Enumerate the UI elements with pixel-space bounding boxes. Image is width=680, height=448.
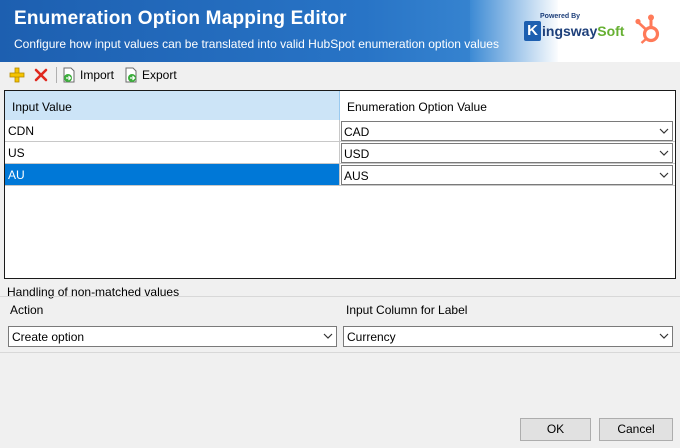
input-value-cell[interactable]: US: [5, 142, 340, 164]
input-column-label: Input Column for Label: [346, 303, 468, 317]
column-header-input-value[interactable]: Input Value: [5, 91, 340, 120]
import-document-icon: [63, 67, 75, 83]
chevron-down-icon: [659, 128, 669, 134]
table-row[interactable]: US USD: [5, 142, 675, 164]
add-plus-icon[interactable]: [9, 67, 25, 83]
group-divider: [0, 296, 680, 297]
toolbar-separator: [56, 67, 57, 83]
input-value-cell[interactable]: AU: [5, 164, 340, 186]
action-dropdown[interactable]: Create option: [8, 326, 337, 347]
enumeration-option-cell: AUS: [340, 164, 675, 186]
header-banner: Enumeration Option Mapping Editor Config…: [0, 0, 680, 62]
export-label: Export: [142, 68, 177, 82]
chevron-down-icon: [659, 333, 669, 339]
enumeration-option-dropdown[interactable]: AUS: [341, 165, 673, 185]
chevron-down-icon: [659, 150, 669, 156]
column-header-enumeration-option-value[interactable]: Enumeration Option Value: [340, 91, 675, 120]
action-label: Action: [10, 303, 44, 317]
toolbar: Import Export: [0, 62, 680, 88]
brand-name: ingswaySoft: [542, 23, 624, 39]
enumeration-option-value: AUS: [344, 169, 369, 183]
enumeration-option-value: CAD: [344, 125, 370, 139]
hubspot-sprocket-icon: [635, 14, 660, 44]
dialog-title: Enumeration Option Mapping Editor: [14, 8, 347, 29]
chevron-down-icon: [323, 333, 333, 339]
input-value-cell[interactable]: CDN: [5, 120, 340, 142]
input-column-dropdown[interactable]: Currency: [343, 326, 673, 347]
import-label: Import: [80, 68, 115, 82]
kingswaysoft-logo: Powered By K ingswaySoft: [524, 13, 624, 49]
export-button[interactable]: Export: [123, 66, 177, 84]
cancel-button[interactable]: Cancel: [599, 418, 673, 441]
enumeration-option-dropdown[interactable]: USD: [341, 143, 673, 163]
action-dropdown-value: Create option: [12, 330, 85, 344]
brand-name-main: ingsway: [542, 23, 598, 39]
export-document-icon: [125, 67, 137, 83]
brand-powered-by: Powered By: [540, 13, 581, 20]
brand-k-mark: K: [524, 21, 541, 41]
enumeration-option-dropdown[interactable]: CAD: [341, 121, 673, 141]
input-column-dropdown-value: Currency: [347, 330, 396, 344]
enumeration-option-cell: USD: [340, 142, 675, 164]
table-row[interactable]: CDN CAD: [5, 120, 675, 142]
chevron-down-icon: [659, 172, 669, 178]
table-row-selected[interactable]: AU AUS: [5, 164, 675, 186]
dialog-subtitle: Configure how input values can be transl…: [14, 37, 499, 51]
grid-header: Input Value Enumeration Option Value: [5, 91, 675, 120]
import-button[interactable]: Import: [61, 66, 114, 84]
bottom-divider: [0, 352, 680, 353]
mapping-grid[interactable]: Input Value Enumeration Option Value CDN…: [4, 90, 676, 279]
brand-name-soft: Soft: [597, 23, 625, 39]
delete-x-icon[interactable]: [33, 67, 49, 83]
enumeration-option-cell: CAD: [340, 120, 675, 142]
ok-button[interactable]: OK: [520, 418, 591, 441]
enumeration-option-value: USD: [344, 147, 370, 161]
